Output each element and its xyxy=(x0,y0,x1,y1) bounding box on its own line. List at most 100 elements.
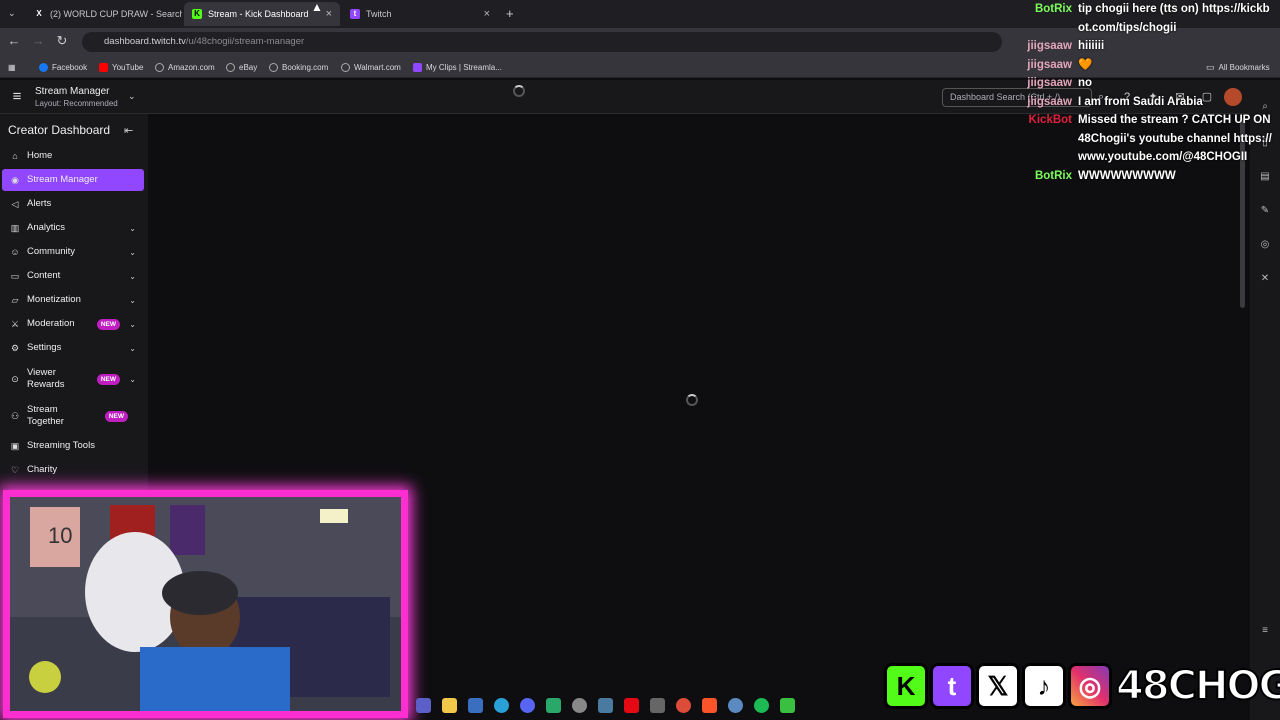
tab-list-chevron-icon[interactable]: ⌄ xyxy=(8,8,16,19)
globe-icon xyxy=(226,62,235,72)
globe-icon xyxy=(341,62,350,72)
teams-icon[interactable] xyxy=(416,697,431,713)
chat-username: jiigsaaw xyxy=(1027,40,1072,52)
file-explorer-icon[interactable] xyxy=(442,697,457,713)
sidebar-item-moderation[interactable]: ⚔ Moderation NEW ⌄ xyxy=(2,313,144,335)
page-title: Stream Manager xyxy=(35,86,110,97)
tab-label: (2) WORLD CUP DRAW - Search xyxy=(50,9,182,19)
menu-icon[interactable]: ≡ xyxy=(8,88,26,106)
brave-icon[interactable] xyxy=(702,697,717,713)
sidebar-item-viewer-rewards[interactable]: ⊙ Viewer Rewards NEW ⌄ xyxy=(2,361,144,397)
sidebar-item-community[interactable]: ☺ Community ⌄ xyxy=(2,241,144,263)
chat-username: BotRix xyxy=(1034,169,1072,182)
bookmark-facebook[interactable]: Facebook xyxy=(39,60,87,74)
apps-grid-icon[interactable]: ▦ xyxy=(8,60,16,74)
forward-button[interactable]: → xyxy=(30,33,46,49)
facebook-icon xyxy=(39,62,48,72)
sidebar-item-label: Stream Manager xyxy=(27,174,98,185)
tab-search[interactable]: X (2) WORLD CUP DRAW - Search × xyxy=(26,2,182,26)
person-shirt-icon xyxy=(140,647,290,711)
tab-label: Stream - Kick Dashboard xyxy=(208,9,309,19)
chevron-down-icon: ⌄ xyxy=(129,319,136,329)
sword-icon: ⚔ xyxy=(10,318,20,329)
app-icon[interactable] xyxy=(728,697,743,713)
close-icon[interactable]: × xyxy=(326,8,332,20)
new-tab-button[interactable]: + xyxy=(506,6,514,21)
bookmark-label: eBay xyxy=(239,62,258,72)
tools-panel-icon[interactable]: ✕ xyxy=(1258,272,1272,286)
bookmark-ebay[interactable]: eBay xyxy=(226,60,257,74)
obs-icon[interactable] xyxy=(572,697,587,713)
chat-text: 🧡 xyxy=(1078,58,1093,71)
games-panel-icon[interactable]: ◎ xyxy=(1258,238,1272,252)
bookmark-booking[interactable]: Booking.com xyxy=(269,60,328,74)
sidebar-item-label: Monetization xyxy=(27,294,81,305)
heart-icon: ♡ xyxy=(10,464,20,475)
edit-panel-icon[interactable]: ✎ xyxy=(1258,204,1272,218)
chat-message: jiigsaaw 🧡 xyxy=(1000,56,1275,75)
sidebar-item-content[interactable]: ▭ Content ⌄ xyxy=(2,265,144,287)
bookmark-label: YouTube xyxy=(112,62,144,72)
x-icon: X xyxy=(36,9,42,18)
close-icon[interactable]: × xyxy=(484,8,490,20)
chat-overlay: BotRix tip chogii here (tts on) https://k… xyxy=(1000,0,1275,185)
x-icon: 𝕏 xyxy=(976,663,1020,709)
webcam-overlay: 10 xyxy=(3,490,408,718)
chevron-down-icon: ⌄ xyxy=(129,223,136,233)
url-host: dashboard.twitch.tv xyxy=(104,36,186,47)
store-icon[interactable] xyxy=(468,697,483,713)
tab-twitch[interactable]: t Twitch × xyxy=(342,2,498,26)
globe-icon xyxy=(269,62,278,72)
chat-message: BotRix WWWWWWWWW xyxy=(1000,167,1275,186)
new-badge: NEW xyxy=(96,373,120,385)
spotify-icon[interactable] xyxy=(754,697,769,713)
tab-label: Twitch xyxy=(366,9,392,19)
reload-button[interactable]: ↻ xyxy=(54,33,70,49)
app-icon[interactable] xyxy=(780,697,795,713)
chat-text: WWWWWWWWW xyxy=(1078,169,1176,182)
webcam-feed: 10 xyxy=(10,497,401,711)
bookmark-label: My Clips | Streamla... xyxy=(426,62,502,72)
megaphone-icon: ◁ xyxy=(11,198,19,209)
edge-icon[interactable] xyxy=(494,697,509,713)
chevron-down-icon[interactable]: ⌄ xyxy=(128,91,136,102)
chevron-down-icon: ⌄ xyxy=(129,343,136,353)
bookmark-my-clips[interactable]: My Clips | Streamla... xyxy=(413,60,502,74)
sidebar-item-charity[interactable]: ♡ Charity xyxy=(2,459,144,481)
sidebar-item-monetization[interactable]: ▱ Monetization ⌄ xyxy=(2,289,144,311)
ball-icon xyxy=(29,661,61,693)
bookmark-youtube[interactable]: YouTube xyxy=(99,60,143,74)
app-icon[interactable] xyxy=(546,697,561,713)
bookmark-amazon[interactable]: Amazon.com xyxy=(155,60,215,74)
chrome-icon[interactable] xyxy=(676,697,691,713)
app-icon[interactable] xyxy=(650,697,665,713)
collapse-sidebar-icon[interactable]: ⇤ xyxy=(124,124,133,137)
chat-username: KickBot xyxy=(1028,114,1072,126)
twitch-icon: t xyxy=(350,9,360,19)
customize-panel-icon[interactable]: ≡ xyxy=(1258,624,1272,638)
sidebar-item-alerts[interactable]: ◁ Alerts xyxy=(2,193,144,215)
sidebar-item-settings[interactable]: ⚙ Settings ⌄ xyxy=(2,337,144,359)
sidebar-item-stream-manager[interactable]: ◉ Stream Manager xyxy=(2,169,144,191)
discord-icon[interactable] xyxy=(520,697,535,713)
globe-icon xyxy=(155,62,164,72)
jersey-icon xyxy=(170,505,205,555)
sidebar-item-streaming-tools[interactable]: ▣ Streaming Tools xyxy=(2,435,144,457)
sidebar-item-label: Streaming Tools xyxy=(27,440,95,451)
tiktok-icon: ♪ xyxy=(1022,663,1066,709)
sidebar-item-analytics[interactable]: ▥ Analytics ⌄ xyxy=(2,217,144,239)
sidebar-item-home[interactable]: ⌂ Home xyxy=(2,145,144,167)
bookmark-walmart[interactable]: Walmart.com xyxy=(341,60,401,74)
money-icon: ▱ xyxy=(11,294,19,305)
chat-username: jiigsaaw xyxy=(1027,95,1072,108)
twitch-icon xyxy=(413,62,422,72)
chat-message: jiigsaaw I am from Saudi Arabia xyxy=(1000,93,1275,112)
back-button[interactable]: ← xyxy=(6,33,22,49)
address-bar[interactable]: dashboard.twitch.tv/u/48chogii/stream-ma… xyxy=(82,32,1002,52)
sidebar-item-stream-together[interactable]: ⚇ Stream Together NEW xyxy=(2,398,144,434)
app-icon[interactable] xyxy=(598,697,613,713)
loading-spinner-icon xyxy=(686,394,698,406)
netflix-icon[interactable] xyxy=(624,697,639,713)
chat-message: KickBot Missed the stream ? CATCH UP ON 4… xyxy=(1000,111,1275,167)
chat-text: no xyxy=(1078,77,1093,89)
